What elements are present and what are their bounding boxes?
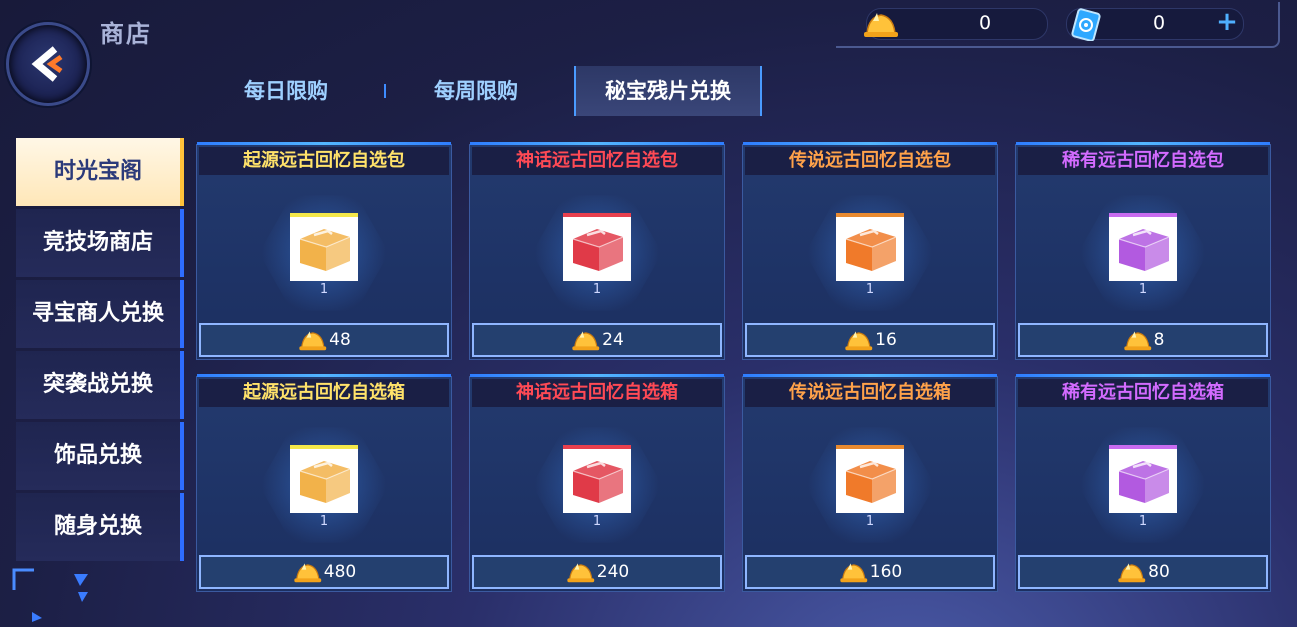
rarity-bar bbox=[836, 213, 904, 217]
bell-coin-icon bbox=[840, 563, 867, 583]
chest-icon bbox=[572, 461, 624, 503]
item-price: 24 bbox=[602, 330, 624, 350]
item-price: 80 bbox=[1148, 562, 1170, 582]
corner-decoration-icon bbox=[12, 568, 88, 622]
rarity-bar bbox=[290, 213, 358, 217]
rarity-bar bbox=[563, 213, 631, 217]
item-icon-frame bbox=[290, 213, 358, 281]
chest-icon bbox=[572, 229, 624, 271]
shop-item-card[interactable]: 传说远古回忆自选箱 1 160 bbox=[742, 374, 998, 592]
rarity-bar bbox=[836, 445, 904, 449]
sidebar-item-raid-exchange[interactable]: 突袭战兑换 bbox=[16, 351, 184, 419]
tab-fragment-exchange[interactable]: 秘宝残片兑换 bbox=[574, 66, 762, 116]
tab-separator bbox=[384, 84, 386, 98]
currency-bar: 0 0 + bbox=[836, 2, 1280, 48]
shop-item-card[interactable]: 传说远古回忆自选包 1 16 bbox=[742, 142, 998, 360]
buy-button[interactable]: 80 bbox=[1018, 555, 1268, 589]
chest-icon bbox=[845, 229, 897, 271]
buy-button[interactable]: 48 bbox=[199, 323, 449, 357]
item-price: 160 bbox=[869, 562, 903, 582]
sidebar-item-arena-shop[interactable]: 竞技场商店 bbox=[16, 209, 184, 277]
item-icon-frame bbox=[1109, 445, 1177, 513]
bell-currency-value: 0 bbox=[978, 12, 992, 34]
buy-button[interactable]: 240 bbox=[472, 555, 722, 589]
item-icon-frame bbox=[563, 213, 631, 281]
item-quantity: 1 bbox=[1138, 282, 1148, 297]
bell-coin-icon bbox=[845, 331, 873, 351]
shop-item-card[interactable]: 起源远古回忆自选包 1 48 bbox=[196, 142, 452, 360]
item-title: 传说远古回忆自选箱 bbox=[745, 379, 995, 407]
item-title: 稀有远古回忆自选箱 bbox=[1018, 379, 1268, 407]
rarity-bar bbox=[563, 445, 631, 449]
bell-coin-icon bbox=[572, 331, 600, 351]
item-price: 240 bbox=[596, 562, 630, 582]
item-icon-frame bbox=[563, 445, 631, 513]
item-quantity: 1 bbox=[865, 514, 875, 529]
shop-item-card[interactable]: 起源远古回忆自选箱 1 480 bbox=[196, 374, 452, 592]
item-icon-frame bbox=[290, 445, 358, 513]
chest-icon bbox=[299, 229, 351, 271]
item-quantity: 1 bbox=[319, 282, 329, 297]
item-title: 传说远古回忆自选包 bbox=[745, 147, 995, 175]
item-quantity: 1 bbox=[319, 514, 329, 529]
bell-coin-icon bbox=[1118, 563, 1146, 583]
item-price: 480 bbox=[323, 562, 357, 582]
item-title: 起源远古回忆自选箱 bbox=[199, 379, 449, 407]
item-title: 起源远古回忆自选包 bbox=[199, 147, 449, 175]
add-currency-button[interactable]: + bbox=[1215, 9, 1239, 35]
tab-weekly-limit[interactable]: 每周限购 bbox=[392, 66, 560, 116]
page-title: 商店 bbox=[100, 20, 152, 48]
sidebar-item-time-treasure[interactable]: 时光宝阁 bbox=[16, 138, 184, 206]
bell-coin-icon bbox=[294, 563, 321, 583]
ticket-currency-value: 0 bbox=[1152, 12, 1166, 34]
item-title: 稀有远古回忆自选包 bbox=[1018, 147, 1268, 175]
tab-daily-limit[interactable]: 每日限购 bbox=[200, 66, 372, 116]
shop-sidebar: 时光宝阁 竞技场商店 寻宝商人兑换 突袭战兑换 饰品兑换 随身兑换 bbox=[16, 138, 184, 564]
chest-icon bbox=[845, 461, 897, 503]
chest-icon bbox=[1118, 229, 1170, 271]
item-quantity: 1 bbox=[1138, 514, 1148, 529]
rarity-bar bbox=[1109, 445, 1177, 449]
sidebar-item-portable-exchange[interactable]: 随身兑换 bbox=[16, 493, 184, 561]
bell-coin-icon bbox=[299, 331, 327, 351]
rarity-bar bbox=[1109, 213, 1177, 217]
rarity-bar bbox=[290, 445, 358, 449]
item-price: 8 bbox=[1153, 330, 1165, 350]
back-button[interactable] bbox=[6, 22, 90, 106]
shop-item-card[interactable]: 稀有远古回忆自选包 1 8 bbox=[1015, 142, 1271, 360]
item-quantity: 1 bbox=[592, 282, 602, 297]
item-quantity: 1 bbox=[592, 514, 602, 529]
ticket-currency: 0 + bbox=[1066, 8, 1244, 41]
shop-tabs: 每日限购 每周限购 秘宝残片兑换 bbox=[200, 66, 780, 116]
item-icon-frame bbox=[836, 445, 904, 513]
item-title: 神话远古回忆自选箱 bbox=[472, 379, 722, 407]
sidebar-item-treasure-merchant[interactable]: 寻宝商人兑换 bbox=[16, 280, 184, 348]
item-price: 16 bbox=[875, 330, 897, 350]
bell-coin-icon bbox=[864, 13, 898, 37]
buy-button[interactable]: 16 bbox=[745, 323, 995, 357]
shop-item-card[interactable]: 神话远古回忆自选包 1 24 bbox=[469, 142, 725, 360]
bell-coin-icon bbox=[1123, 331, 1151, 351]
item-icon-frame bbox=[836, 213, 904, 281]
buy-button[interactable]: 480 bbox=[199, 555, 449, 589]
shop-item-card[interactable]: 稀有远古回忆自选箱 1 80 bbox=[1015, 374, 1271, 592]
buy-button[interactable]: 160 bbox=[745, 555, 995, 589]
item-icon-frame bbox=[1109, 213, 1177, 281]
item-price: 48 bbox=[329, 330, 351, 350]
item-title: 神话远古回忆自选包 bbox=[472, 147, 722, 175]
buy-button[interactable]: 8 bbox=[1018, 323, 1268, 357]
bell-currency: 0 bbox=[864, 8, 1048, 40]
chest-icon bbox=[1118, 461, 1170, 503]
chest-icon bbox=[299, 461, 351, 503]
back-arrow-icon bbox=[31, 46, 63, 82]
item-quantity: 1 bbox=[865, 282, 875, 297]
buy-button[interactable]: 24 bbox=[472, 323, 722, 357]
bell-coin-icon bbox=[567, 563, 594, 583]
shop-item-card[interactable]: 神话远古回忆自选箱 1 240 bbox=[469, 374, 725, 592]
sidebar-item-accessory-exchange[interactable]: 饰品兑换 bbox=[16, 422, 184, 490]
ticket-icon bbox=[1071, 8, 1101, 41]
